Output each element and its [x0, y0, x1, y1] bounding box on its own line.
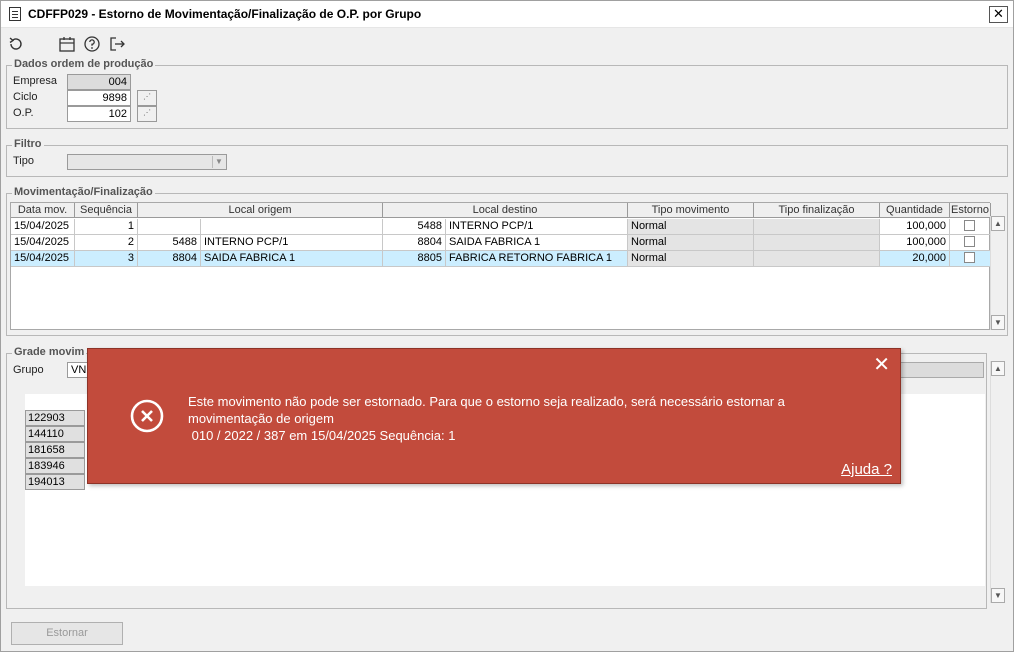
table-cell-estorno [950, 235, 991, 251]
table-cell-seq[interactable]: 3 [75, 251, 138, 267]
grade-code-cell[interactable]: 144110 [25, 426, 85, 442]
grade-code-cell[interactable]: 194013 [25, 474, 85, 490]
filtro-title: Filtro [12, 138, 44, 150]
title-bar: CDFFP029 - Estorno de Movimentação/Final… [1, 1, 1013, 28]
op-field[interactable]: 102 [67, 106, 131, 122]
grade-code-cell[interactable]: 181658 [25, 442, 85, 458]
table-cell-estorno [950, 219, 991, 235]
grade-title: Grade movim [12, 346, 87, 358]
refresh-icon[interactable] [7, 35, 25, 53]
table-cell-orig-cod[interactable] [138, 219, 201, 235]
table-cell-dest-cod[interactable]: 5488 [383, 219, 446, 235]
chevron-down-icon[interactable]: ▼ [212, 156, 225, 168]
dialog-close-icon[interactable]: ✕ [873, 355, 890, 375]
table-cell-tipo-fin[interactable] [754, 251, 880, 267]
ciclo-label: Ciclo [13, 91, 38, 103]
dialog-message: Este movimento não pode ser estornado. P… [188, 393, 828, 444]
table-cell-seq[interactable]: 1 [75, 219, 138, 235]
table-cell-orig-desc[interactable]: INTERNO PCP/1 [201, 235, 383, 251]
empresa-field: 004 [67, 74, 131, 90]
movimentacao-scrollbar[interactable]: ▲ ▼ [990, 216, 1005, 330]
window-close-button[interactable]: ✕ [989, 6, 1008, 23]
window-title: CDFFP029 - Estorno de Movimentação/Final… [28, 7, 422, 21]
estorno-checkbox[interactable] [964, 252, 975, 263]
table-cell-data[interactable]: 15/04/2025 [11, 251, 75, 267]
table-cell-data[interactable]: 15/04/2025 [11, 219, 75, 235]
column-header-local-origem[interactable]: Local origem [138, 203, 383, 218]
tipo-select[interactable]: ▼ [67, 154, 227, 170]
dialog-help-link[interactable]: Ajuda ? [841, 461, 892, 478]
column-header-estorno[interactable]: Estorno [950, 203, 991, 218]
table-cell-dest-desc[interactable]: FABRICA RETORNO FABRICA 1 [446, 251, 628, 267]
ciclo-field[interactable]: 9898 [67, 90, 131, 106]
estornar-button[interactable]: Estornar [11, 622, 123, 645]
grade-scroll-down-icon[interactable]: ▼ [991, 588, 1005, 603]
op-lookup-button[interactable]: ⋰ [137, 106, 157, 122]
calendar-icon[interactable] [58, 35, 76, 53]
ciclo-lookup-button[interactable]: ⋰ [137, 90, 157, 106]
dados-ordem-title: Dados ordem de produção [12, 58, 156, 70]
help-icon[interactable] [83, 35, 101, 53]
grade-scrollbar[interactable]: ▲ ▼ [990, 361, 1005, 603]
grade-scroll-up-icon[interactable]: ▲ [991, 361, 1005, 376]
table-cell-dest-desc[interactable]: INTERNO PCP/1 [446, 219, 628, 235]
table-cell-estorno [950, 251, 991, 267]
dialog-message-line-2: movimentação de origem [188, 411, 334, 426]
column-header-tipo-finalizacao[interactable]: Tipo finalização [754, 203, 880, 218]
table-cell-tipo-mov[interactable]: Normal [628, 251, 754, 267]
estorno-checkbox[interactable] [964, 220, 975, 231]
table-cell-orig-desc[interactable]: SAIDA FABRICA 1 [201, 251, 383, 267]
exit-icon[interactable] [108, 35, 126, 53]
document-icon [9, 7, 21, 21]
error-icon [130, 399, 164, 433]
table-cell-tipo-mov[interactable]: Normal [628, 219, 754, 235]
op-label: O.P. [13, 107, 34, 119]
table-cell-qtd[interactable]: 100,000 [880, 235, 950, 251]
movimentacao-table: Data mov. Sequência Local origem Local d… [10, 202, 991, 330]
table-cell-tipo-mov[interactable]: Normal [628, 235, 754, 251]
error-dialog: ✕ Este movimento não pode ser estornado.… [87, 348, 901, 484]
table-cell-tipo-fin[interactable] [754, 219, 880, 235]
grade-code-cell[interactable]: 122903 [25, 410, 85, 426]
table-cell-qtd[interactable]: 20,000 [880, 251, 950, 267]
dialog-message-line-3: 010 / 2022 / 387 em 15/04/2025 Sequência… [188, 428, 456, 443]
empresa-label: Empresa [13, 75, 58, 87]
tipo-label: Tipo [13, 155, 34, 167]
column-header-data-mov[interactable]: Data mov. [11, 203, 75, 218]
column-header-tipo-movimento[interactable]: Tipo movimento [628, 203, 754, 218]
table-cell-orig-desc[interactable] [201, 219, 383, 235]
table-cell-dest-cod[interactable]: 8805 [383, 251, 446, 267]
table-cell-dest-cod[interactable]: 8804 [383, 235, 446, 251]
dialog-message-line-1: Este movimento não pode ser estornado. P… [188, 394, 785, 409]
table-cell-qtd[interactable]: 100,000 [880, 219, 950, 235]
column-header-local-destino[interactable]: Local destino [383, 203, 628, 218]
table-cell-seq[interactable]: 2 [75, 235, 138, 251]
table-cell-orig-cod[interactable]: 8804 [138, 251, 201, 267]
column-header-sequencia[interactable]: Sequência [75, 203, 138, 218]
grade-code-cell[interactable]: 183946 [25, 458, 85, 474]
table-cell-dest-desc[interactable]: SAIDA FABRICA 1 [446, 235, 628, 251]
table-cell-tipo-fin[interactable] [754, 235, 880, 251]
estorno-checkbox[interactable] [964, 236, 975, 247]
grupo-description-field [896, 362, 984, 378]
scroll-down-icon[interactable]: ▼ [991, 315, 1005, 330]
table-cell-orig-cod[interactable]: 5488 [138, 235, 201, 251]
table-cell-data[interactable]: 15/04/2025 [11, 235, 75, 251]
column-header-quantidade[interactable]: Quantidade [880, 203, 950, 218]
app-window: CDFFP029 - Estorno de Movimentação/Final… [0, 0, 1014, 652]
grupo-label: Grupo [13, 364, 44, 376]
scroll-up-icon[interactable]: ▲ [991, 216, 1005, 231]
movimentacao-title: Movimentação/Finalização [12, 186, 155, 198]
